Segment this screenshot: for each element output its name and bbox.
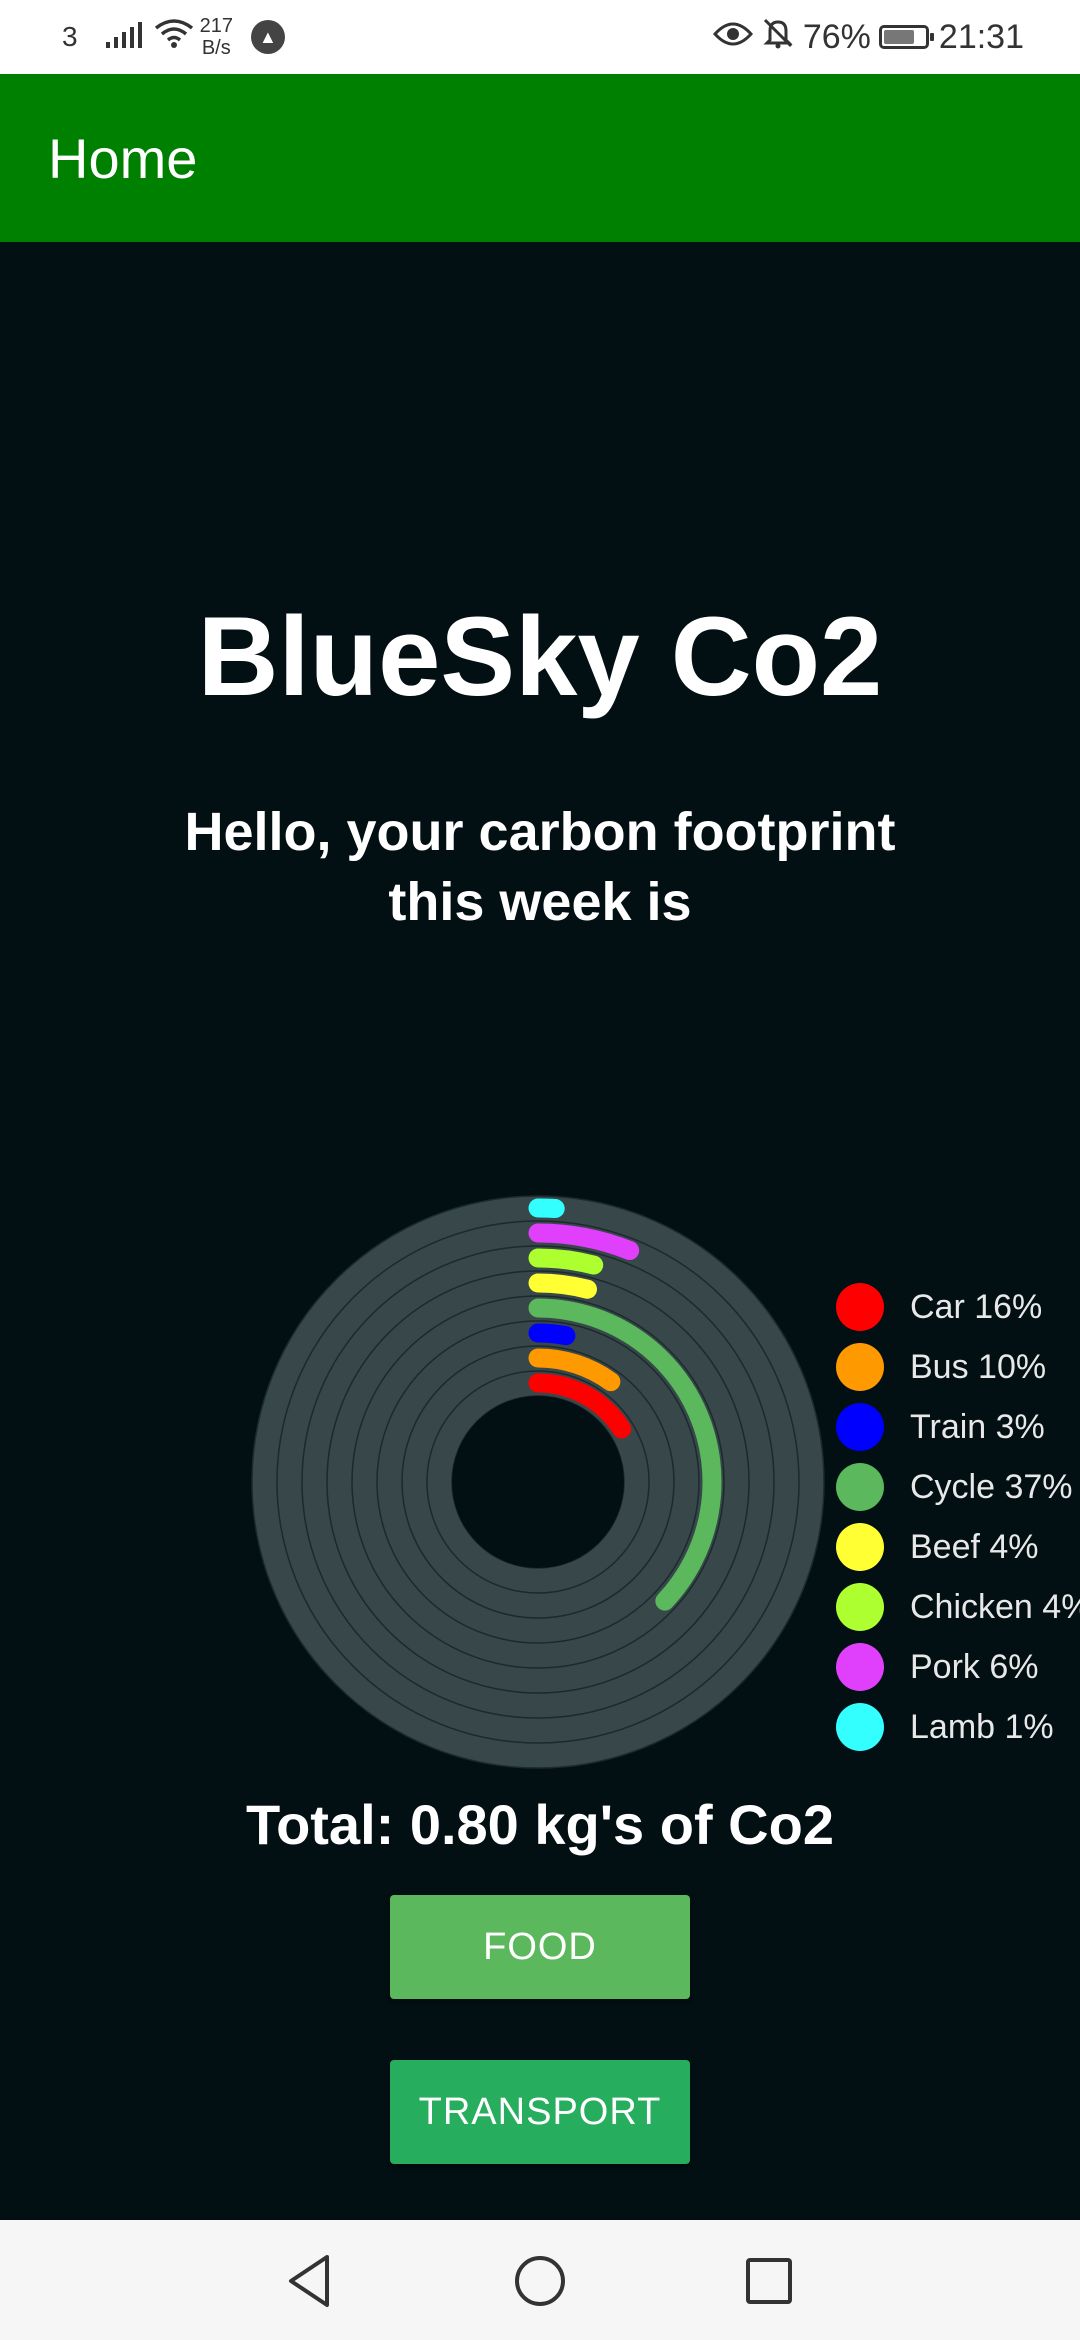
chart-bar-train xyxy=(528,1323,576,1346)
app-title: BlueSky Co2 xyxy=(197,594,883,719)
chart-legend: Car 16% Bus 10% Train 3% Cycle 37% Beef 4% Ch… xyxy=(836,1277,1080,1757)
legend-label: Pork 6% xyxy=(910,1647,1039,1686)
total-co2-text: Total: 0.80 kg's of Co2 xyxy=(246,1793,834,1856)
chart-bar-chicken xyxy=(528,1248,604,1275)
net-speed: 217 B/s xyxy=(200,15,233,59)
battery-level-fill xyxy=(883,30,915,44)
legend-label: Car 16% xyxy=(910,1287,1043,1326)
legend-label: Train 3% xyxy=(910,1407,1045,1446)
legend-marker xyxy=(836,1583,884,1631)
transport-button[interactable]: TRANSPORT xyxy=(390,2060,690,2164)
legend-marker xyxy=(836,1643,884,1691)
eye-icon xyxy=(712,18,753,57)
chart-center-hole xyxy=(452,1396,624,1568)
legend-label: Lamb 1% xyxy=(910,1707,1054,1746)
food-button[interactable]: FOOD xyxy=(390,1895,690,1999)
legend-item-car: Car 16% xyxy=(836,1277,1080,1337)
legend-marker xyxy=(836,1703,884,1751)
back-icon[interactable] xyxy=(275,2246,345,2316)
legend-item-cycle: Cycle 37% xyxy=(836,1457,1080,1517)
legend-item-beef: Beef 4% xyxy=(836,1517,1080,1577)
carrier-label: 3 xyxy=(62,21,78,52)
legend-marker xyxy=(836,1343,884,1391)
legend-item-lamb: Lamb 1% xyxy=(836,1697,1080,1757)
system-nav-bar xyxy=(0,2220,1080,2340)
legend-item-chicken: Chicken 4% xyxy=(836,1577,1080,1637)
app-notification-icon: ▲ xyxy=(250,20,285,54)
battery-icon xyxy=(878,25,934,49)
main-content: BlueSky Co2 Hello, your carbon footprint… xyxy=(0,242,1080,2220)
legend-item-bus: Bus 10% xyxy=(836,1337,1080,1397)
legend-marker xyxy=(836,1283,884,1331)
app-bar: Home xyxy=(0,74,1080,242)
wifi-icon xyxy=(154,18,194,57)
legend-marker xyxy=(836,1403,884,1451)
legend-marker xyxy=(836,1523,884,1571)
greeting-text: Hello, your carbon footprint this week i… xyxy=(184,802,896,932)
status-bar-left: 3 217 B/s ▲ xyxy=(62,0,285,74)
status-bar: 3 217 B/s ▲ 76% 21:31 xyxy=(0,0,1080,74)
net-speed-unit: B/s xyxy=(201,37,231,59)
chart-bar-beef xyxy=(528,1273,597,1299)
carbon-footprint-radial-chart xyxy=(251,1195,825,1769)
chart-bar-lamb xyxy=(528,1198,565,1219)
legend-label: Cycle 37% xyxy=(910,1467,1073,1506)
legend-label: Bus 10% xyxy=(910,1347,1047,1386)
status-bar-right: 76% 21:31 xyxy=(712,0,1024,74)
legend-marker xyxy=(836,1463,884,1511)
legend-label: Chicken 4% xyxy=(910,1587,1080,1626)
bell-off-icon xyxy=(761,16,795,59)
recent-apps-icon[interactable] xyxy=(734,2246,804,2316)
app-bar-title: Home xyxy=(48,126,198,190)
legend-item-train: Train 3% xyxy=(836,1397,1080,1457)
home-icon[interactable] xyxy=(505,2246,575,2316)
signal-icon xyxy=(105,18,142,57)
clock: 21:31 xyxy=(938,17,1024,56)
legend-label: Beef 4% xyxy=(910,1527,1039,1566)
battery-percent: 76% xyxy=(802,17,871,56)
legend-item-pork: Pork 6% xyxy=(836,1637,1080,1697)
net-speed-value: 217 xyxy=(199,15,233,37)
